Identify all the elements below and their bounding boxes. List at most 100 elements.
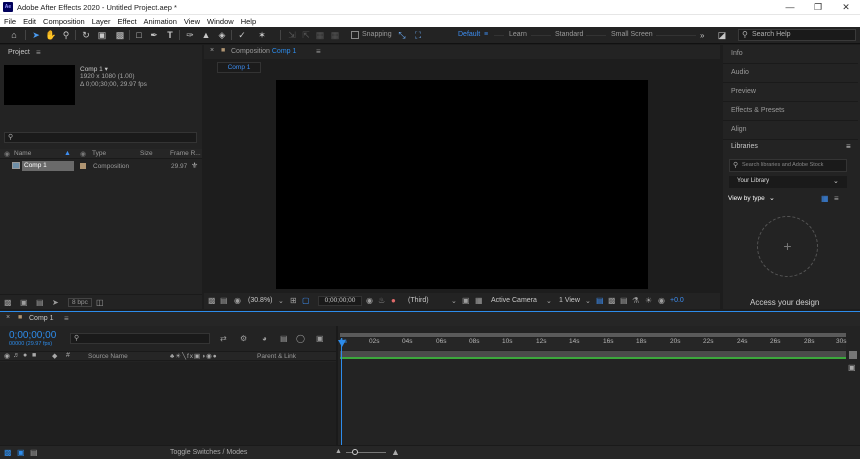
bpc-button[interactable]: 8 bpc xyxy=(68,298,92,307)
close-tab-icon[interactable]: × xyxy=(6,314,10,321)
panel-menu-icon[interactable]: ≡ xyxy=(846,142,851,151)
chevron-down-icon[interactable]: ⌄ xyxy=(769,194,775,202)
label-tag-icon[interactable]: ◉ xyxy=(80,150,86,158)
pan-behind-tool-icon[interactable]: ▩ xyxy=(114,29,126,41)
transfer-controls-toggle-icon[interactable]: ▣ xyxy=(17,448,25,457)
rectangle-tool-icon[interactable]: □ xyxy=(133,29,145,41)
brush-tool-icon[interactable]: ✑ xyxy=(184,29,196,41)
current-time-indicator[interactable] xyxy=(341,338,342,445)
view-by-type-select[interactable]: View by type xyxy=(728,195,765,202)
composition-canvas[interactable] xyxy=(276,80,648,289)
comp-tab-button[interactable]: Comp 1 xyxy=(217,62,261,73)
work-area-bar[interactable] xyxy=(340,351,846,359)
align-panel-tab[interactable]: Align xyxy=(723,121,858,140)
layer-list-area[interactable] xyxy=(0,362,336,445)
menu-effect[interactable]: Effect xyxy=(117,17,136,26)
selection-tool-icon[interactable]: ➤ xyxy=(30,29,42,41)
exposure-value[interactable]: +0.0 xyxy=(670,297,684,304)
workspace-learn[interactable]: Learn xyxy=(509,31,527,38)
comp-button-icon[interactable]: ▣ xyxy=(848,363,856,372)
draft-3d-icon[interactable]: ⚙ xyxy=(240,334,247,343)
audio-speaker-icon[interactable]: ♬ xyxy=(13,352,20,359)
maximize-icon[interactable]: ❐ xyxy=(804,0,832,14)
menu-edit[interactable]: Edit xyxy=(23,17,36,26)
menu-window[interactable]: Window xyxy=(207,17,234,26)
project-search-input[interactable]: ⚲ xyxy=(4,132,197,143)
comp-mini-flowchart-icon[interactable]: ⇄ xyxy=(220,334,227,343)
time-navigator-bar[interactable] xyxy=(340,333,846,337)
lock-icon[interactable]: ■ xyxy=(32,352,36,359)
column-name[interactable]: Name xyxy=(14,150,31,157)
current-time-field[interactable]: 0;00;00;00 xyxy=(318,296,362,306)
panel-menu-icon[interactable]: ≡ xyxy=(316,47,321,56)
timeline-current-time[interactable]: 0;00;00;00 xyxy=(9,330,56,341)
eraser-tool-icon[interactable]: ◈ xyxy=(216,29,228,41)
minimize-icon[interactable]: — xyxy=(776,0,804,14)
menu-layer[interactable]: Layer xyxy=(92,17,111,26)
camera-tool-icon[interactable]: ▣ xyxy=(96,29,108,41)
puppet-tool-icon[interactable]: ✶ xyxy=(256,29,268,41)
zoom-out-handle[interactable] xyxy=(849,351,857,359)
grid-icon[interactable]: ⊞ xyxy=(290,296,297,305)
layer-search-input[interactable]: ⚲ xyxy=(70,333,210,344)
video-eye-icon[interactable]: ◉ xyxy=(4,352,10,360)
libraries-panel-title[interactable]: Libraries xyxy=(731,143,758,150)
transparency-grid-icon[interactable]: ▦ xyxy=(475,296,483,305)
menu-file[interactable]: File xyxy=(4,17,16,26)
sort-arrow-icon[interactable]: ▲ xyxy=(64,150,71,157)
column-type[interactable]: Type xyxy=(92,150,106,157)
workspace-menu-icon[interactable]: ≡ xyxy=(484,31,488,38)
column-frame-rate[interactable]: Frame R... xyxy=(170,150,201,157)
snapshot-camera-icon[interactable]: ◉ xyxy=(366,296,373,305)
search-help-input[interactable]: ⚲ Search Help xyxy=(738,29,856,41)
new-composition-icon[interactable]: ▤ xyxy=(36,298,44,307)
column-source-name[interactable]: Source Name xyxy=(88,353,128,360)
add-asset-icon[interactable]: + xyxy=(757,216,818,277)
menu-view[interactable]: View xyxy=(184,17,200,26)
delete-icon[interactable]: ◫ xyxy=(96,298,104,307)
always-preview-icon[interactable]: ▩ xyxy=(208,296,216,305)
menu-composition[interactable]: Composition xyxy=(43,17,85,26)
project-settings-icon[interactable]: ➤ xyxy=(52,298,59,307)
zoom-in-mountain-icon[interactable]: ▲ xyxy=(391,447,400,457)
project-item-row[interactable]: Comp 1 Composition 29.97 ⚜ xyxy=(0,161,202,171)
rotation-tool-icon[interactable]: ↻ xyxy=(80,29,92,41)
resolution-select[interactable]: (Third) xyxy=(408,297,429,304)
vr-icon[interactable]: ▤ xyxy=(220,296,228,305)
motion-blur-icon[interactable]: ◯ xyxy=(296,334,305,343)
camera-select[interactable]: Active Camera xyxy=(491,297,537,304)
snap-edges-icon[interactable]: ⤡ xyxy=(396,29,408,41)
workspace-standard[interactable]: Standard xyxy=(555,31,583,38)
fast-previews-icon[interactable]: ▩ xyxy=(608,296,616,305)
column-parent-link[interactable]: Parent & Link xyxy=(257,353,296,360)
list-view-icon[interactable]: ≡ xyxy=(834,194,839,203)
label-color-swatch[interactable] xyxy=(80,163,86,169)
home-icon[interactable]: ⌂ xyxy=(8,29,20,41)
layer-number-icon[interactable]: # xyxy=(66,352,70,359)
workspace-overflow-icon[interactable]: » xyxy=(700,31,704,40)
in-out-toggle-icon[interactable]: ▤ xyxy=(30,448,38,457)
column-size[interactable]: Size xyxy=(140,150,153,157)
chevron-down-icon[interactable]: ⌄ xyxy=(546,297,552,305)
layer-switches-icons[interactable]: ♣☀╲fx▣◑◉● xyxy=(170,352,218,360)
safe-margins-icon[interactable]: ▢ xyxy=(302,296,310,305)
panel-menu-icon[interactable]: ≡ xyxy=(36,48,41,57)
zoom-slider-thumb[interactable] xyxy=(352,449,358,455)
snapping-checkbox[interactable] xyxy=(351,31,359,39)
exposure-icon[interactable]: ◉ xyxy=(658,296,665,305)
color-channels-icon[interactable]: ● xyxy=(391,296,396,305)
view-axis-icon[interactable]: ▦ xyxy=(314,29,326,41)
library-search-input[interactable]: ⚲ Search libraries and Adobe Stock xyxy=(729,159,847,172)
chevron-down-icon[interactable]: ⌄ xyxy=(585,297,591,305)
region-of-interest-icon[interactable]: ▣ xyxy=(462,296,470,305)
pixel-aspect-icon[interactable]: ▤ xyxy=(596,296,604,305)
frame-blending-icon[interactable]: ▤ xyxy=(280,334,288,343)
type-tool-icon[interactable]: T xyxy=(164,29,176,41)
snap-features-icon[interactable]: ⛶ xyxy=(412,29,424,41)
roto-brush-tool-icon[interactable]: ✓ xyxy=(236,29,248,41)
local-axis-icon[interactable]: ⇲ xyxy=(286,29,298,41)
library-select[interactable]: Your Library ⌄ xyxy=(729,176,847,188)
composition-name-label[interactable]: Comp 1 xyxy=(272,48,297,55)
preview-panel-tab[interactable]: Preview xyxy=(723,83,858,102)
zoom-select[interactable]: (30.8%) xyxy=(248,297,273,304)
